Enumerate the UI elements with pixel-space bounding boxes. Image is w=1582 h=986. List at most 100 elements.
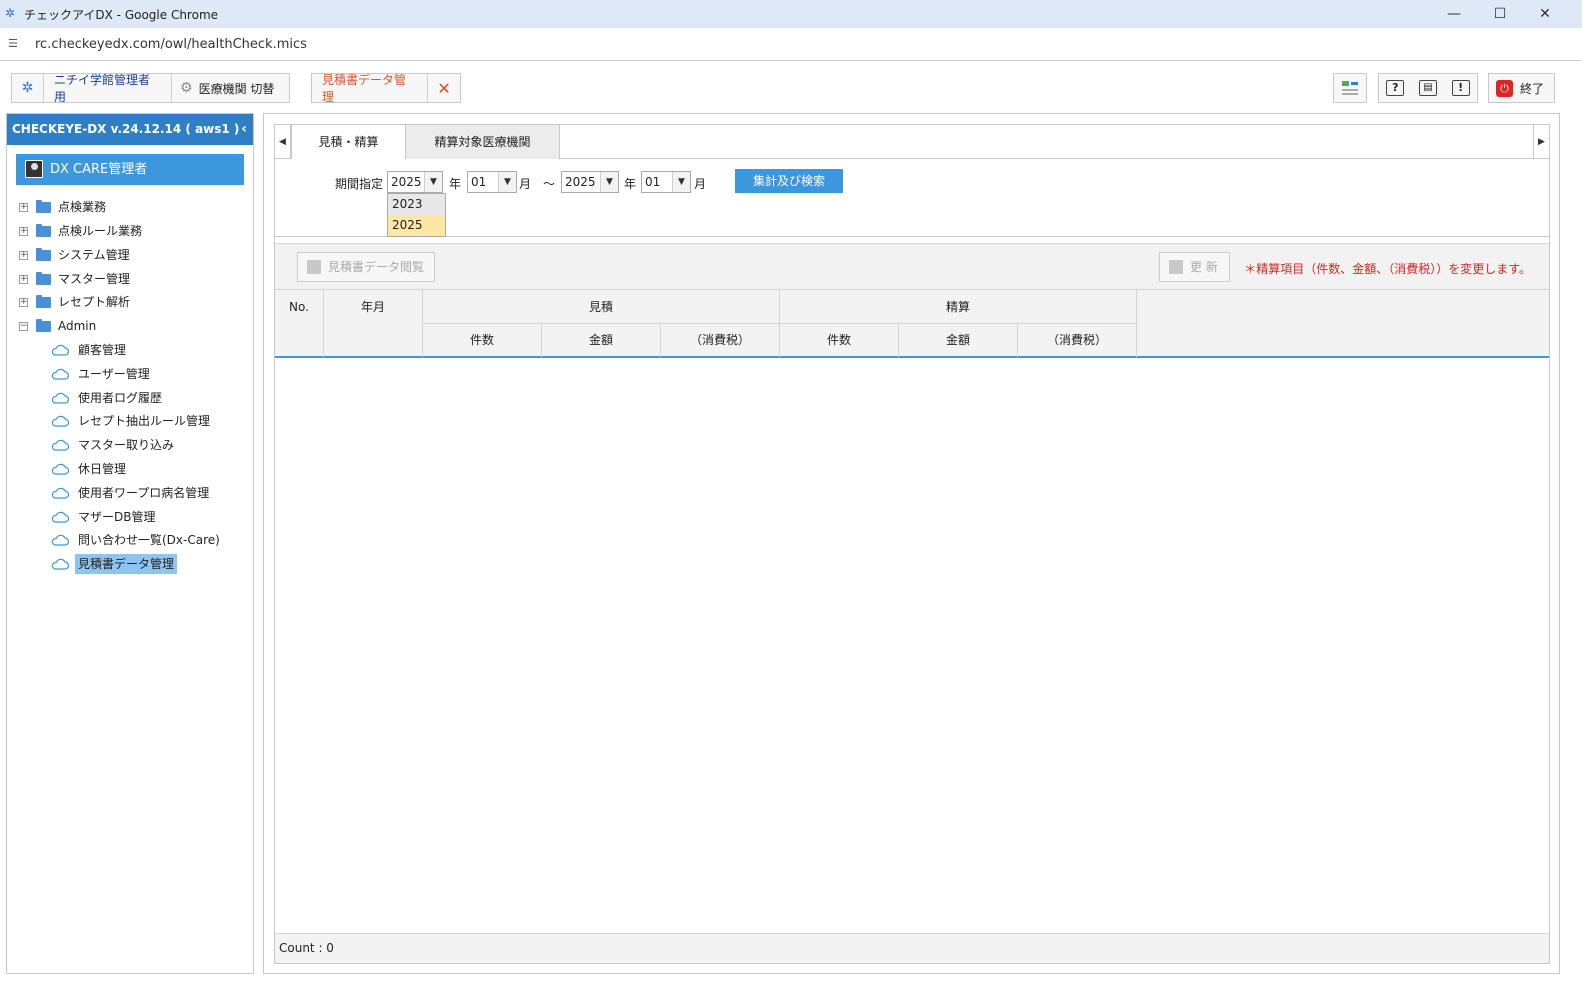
app-version: CHECKEYE-DX v.24.12.14 ( aws1 ) — [12, 122, 240, 136]
site-info-icon[interactable]: ☰ — [8, 37, 22, 51]
current-user-label[interactable]: ニチイ学館管理者用 — [44, 73, 172, 104]
sidebar-item[interactable]: ユーザー管理 — [51, 364, 153, 384]
close-screen-icon[interactable]: ✕ — [428, 74, 460, 102]
record-count: Count : 0 — [279, 941, 334, 955]
maximize-icon[interactable]: ☐ — [1486, 4, 1514, 24]
col-header-month[interactable]: 年月 — [324, 290, 423, 357]
layout-icon[interactable] — [1333, 73, 1367, 103]
folder-icon — [36, 199, 51, 213]
col-header-settlement-amount[interactable]: 金額 — [899, 324, 1018, 357]
cloud-icon — [51, 392, 69, 404]
tree-folder-inspection-rules[interactable]: + 点検ルール業務 — [19, 221, 142, 241]
from-year-select[interactable]: 2025 ▼ — [387, 171, 443, 193]
user-name: DX CARE管理者 — [50, 162, 148, 177]
update-button[interactable]: 更 新 — [1159, 252, 1230, 282]
grid-body[interactable] — [275, 358, 1549, 932]
sidebar-item-label: マザーDB管理 — [78, 509, 156, 524]
sidebar-item-label: 顧客管理 — [78, 343, 127, 357]
current-screen-label[interactable]: 見積書データ管理 — [312, 73, 429, 104]
to-year-value: 2025 — [565, 175, 596, 189]
tree-folder-label: マスター管理 — [58, 272, 131, 286]
tree-folder-label: 点検業務 — [58, 200, 107, 214]
tree-folder-inspection[interactable]: + 点検業務 — [19, 197, 106, 217]
chevron-down-icon: ▼ — [498, 172, 516, 192]
sidebar-item[interactable]: マザーDB管理 — [51, 507, 158, 527]
grid-footer: Count : 0 — [275, 933, 1549, 963]
col-header-estimate-tax[interactable]: （消費税） — [661, 324, 780, 357]
tab-bar: ◀ 見積・精算 精算対象医療機関 ▶ — [275, 125, 1549, 160]
switch-institution-label: 医療機関 切替 — [198, 81, 275, 96]
app-favicon-icon: ✲ — [5, 6, 16, 20]
user-switch-group: ✲ ニチイ学館管理者用 ⚙ 医療機関 切替 — [11, 73, 290, 104]
tab-scroll-right-icon[interactable]: ▶ — [1533, 125, 1549, 159]
tree-folder-master[interactable]: + マスター管理 — [19, 269, 130, 289]
range-separator: ～ — [543, 177, 556, 191]
col-header-estimate-count[interactable]: 件数 — [423, 324, 542, 357]
col-header-settlement-tax[interactable]: （消費税） — [1018, 324, 1137, 357]
col-header-settlement-count[interactable]: 件数 — [780, 324, 899, 357]
to-year-select[interactable]: 2025 ▼ — [561, 171, 619, 193]
exit-button[interactable]: ⏻ 終了 — [1488, 73, 1555, 103]
year-option-selected[interactable]: 2025 — [388, 215, 445, 236]
expand-icon[interactable]: + — [19, 297, 28, 307]
sidebar-item[interactable]: マスター取り込み — [51, 435, 177, 455]
year-unit-label: 年 — [449, 177, 462, 191]
minimize-icon[interactable]: — — [1440, 4, 1468, 24]
sidebar-item[interactable]: 顧客管理 — [51, 340, 129, 360]
view-estimate-label: 見積書データ閲覧 — [328, 260, 425, 274]
layout-icon-svg — [1342, 81, 1358, 95]
sidebar-item[interactable]: 見積書データ管理 — [51, 554, 178, 575]
view-estimate-button[interactable]: 見積書データ閲覧 — [297, 252, 435, 282]
tree-folder-admin[interactable]: − Admin — [19, 316, 96, 336]
year-unit-label: 年 — [624, 177, 637, 191]
col-group-settlement: 精算 — [780, 290, 1137, 324]
url-text[interactable]: rc.checkeyedx.com/owl/healthCheck.mics — [35, 37, 307, 52]
tab-scroll-left-icon[interactable]: ◀ — [275, 125, 291, 159]
col-header-estimate-amount[interactable]: 金額 — [542, 324, 661, 357]
open-folder-icon — [36, 318, 51, 332]
aggregate-search-button[interactable]: 集計及び検索 — [735, 169, 843, 193]
expand-icon[interactable]: + — [19, 202, 28, 212]
year-option[interactable]: 2023 — [388, 194, 445, 215]
collapse-sidebar-icon[interactable]: ‹ — [241, 114, 247, 145]
window-title: チェックアイDX - Google Chrome — [24, 8, 219, 22]
alert-icon[interactable]: ! — [1451, 80, 1470, 96]
folder-icon — [36, 294, 51, 308]
cloud-icon — [51, 416, 69, 427]
content-frame: ◀ 見積・精算 精算対象医療機関 ▶ 期間指定 2025 ▼ 年 01 ▼ 月 … — [274, 124, 1550, 964]
help-tools-group: ? ▤ ! — [1378, 73, 1478, 103]
sidebar-item[interactable]: 問い合わせ一覧(Dx-Care) — [51, 530, 223, 550]
collapse-icon[interactable]: − — [19, 321, 28, 331]
from-month-value: 01 — [471, 175, 487, 189]
tree-folder-system[interactable]: + システム管理 — [19, 245, 130, 265]
close-window-icon[interactable]: ✕ — [1531, 4, 1559, 24]
chevron-down-icon: ▼ — [672, 172, 690, 192]
cloud-icon — [51, 511, 69, 523]
switch-institution-button[interactable]: ⚙ 医療機関 切替 — [172, 74, 284, 102]
expand-icon[interactable]: + — [19, 250, 28, 260]
sidebar-item[interactable]: レセプト抽出ルール管理 — [51, 411, 213, 431]
expand-icon[interactable]: + — [19, 274, 28, 284]
sidebar: CHECKEYE-DX v.24.12.14 ( aws1 ) ‹ DX CAR… — [6, 113, 254, 974]
col-header-no[interactable]: No. — [275, 290, 324, 357]
cloud-icon — [51, 440, 69, 451]
to-month-select[interactable]: 01 ▼ — [641, 171, 691, 193]
from-year-value: 2025 — [391, 175, 422, 189]
expand-icon[interactable]: + — [19, 226, 28, 236]
current-screen-tab: 見積書データ管理 ✕ — [311, 73, 461, 104]
tab-estimate-settlement[interactable]: 見積・精算 — [291, 125, 406, 160]
grid-toolbar: 見積書データ閲覧 更 新 ＊精算項目（件数、金額、（消費税））を変更します。 — [275, 243, 1549, 289]
from-month-select[interactable]: 01 ▼ — [467, 171, 517, 193]
sidebar-item[interactable]: 休日管理 — [51, 459, 129, 479]
sidebar-item[interactable]: 使用者ログ履歴 — [51, 388, 165, 408]
print-icon[interactable]: ▤ — [1418, 80, 1437, 96]
tree-folder-label: Admin — [58, 319, 97, 333]
sidebar-item-label: 使用者ワープロ病名管理 — [78, 485, 210, 500]
help-icon[interactable]: ? — [1386, 80, 1405, 96]
col-group-estimate: 見積 — [423, 290, 780, 324]
tab-target-institutions[interactable]: 精算対象医療機関 — [406, 125, 560, 159]
grid-header: No. 年月 見積 精算 件数 金額 （消費税） 件数 金額 （消費税） — [275, 289, 1549, 358]
tree-folder-receipt-analysis[interactable]: + レセプト解析 — [19, 292, 130, 312]
sidebar-item[interactable]: 使用者ワープロ病名管理 — [51, 483, 212, 503]
cloud-icon — [51, 344, 69, 356]
